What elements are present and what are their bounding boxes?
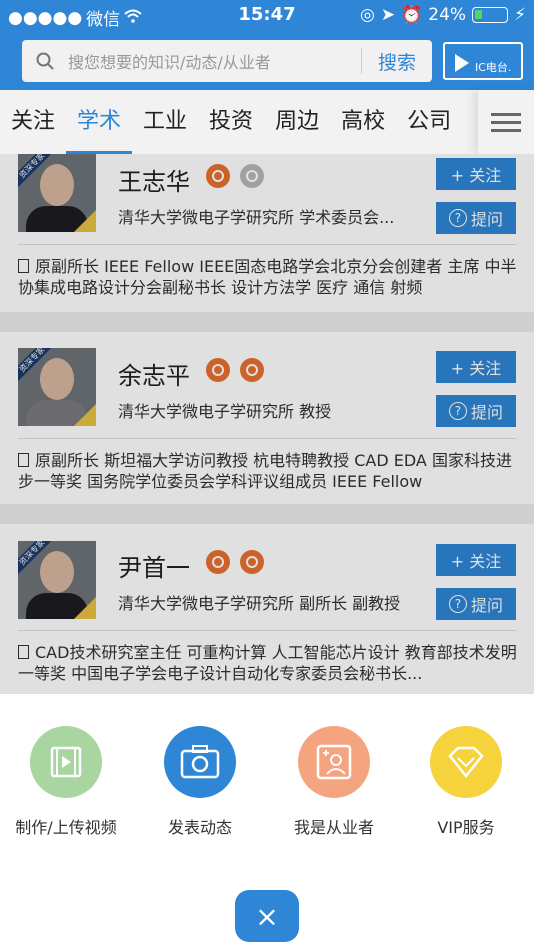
vip-label: VIP服务 bbox=[437, 818, 495, 837]
search-box[interactable]: 搜您想要的知识/动态/从业者 搜索 bbox=[22, 40, 432, 82]
status-bar: ●●●●● 微信 15:47 ◎ ➤ ⏰ 24% ⚡ bbox=[0, 0, 534, 32]
tab-item[interactable]: 关注 bbox=[0, 90, 66, 154]
post-update-label: 发表动态 bbox=[167, 818, 232, 837]
alarm-icon: ⏰ bbox=[401, 5, 423, 25]
tab-item[interactable]: 工业 bbox=[132, 90, 198, 154]
tab-menu-icon[interactable] bbox=[478, 90, 534, 154]
post-update-action[interactable]: 发表动态 bbox=[140, 726, 260, 838]
header: 搜您想要的知识/动态/从业者 搜索 IC电台. bbox=[0, 32, 534, 90]
vip-action[interactable]: VIP服务 bbox=[406, 726, 526, 838]
ic-radio-label: IC电台. bbox=[475, 61, 512, 74]
play-icon bbox=[455, 54, 469, 72]
battery-icon bbox=[472, 7, 509, 23]
tab-item[interactable]: 周边 bbox=[264, 90, 330, 154]
tab-item[interactable]: 高校 bbox=[330, 90, 396, 154]
camera-icon bbox=[164, 726, 236, 798]
search-icon bbox=[22, 52, 68, 70]
category-tabs: 关注 学术 工业 投资 周边 高校 公司 bbox=[0, 90, 534, 154]
diamond-icon bbox=[430, 726, 502, 798]
profile-add-icon bbox=[298, 726, 370, 798]
expert-list: 资深专家 王志华 清华大学微电子学研究所 学术委员会... + 关注 ? 提问 原… bbox=[0, 154, 534, 694]
close-button[interactable]: × bbox=[235, 890, 299, 942]
practitioner-label: 我是从业者 bbox=[293, 818, 374, 837]
practitioner-action[interactable]: 我是从业者 bbox=[274, 726, 394, 838]
action-panel: 制作/上传视频 发表动态 我是从业者 VIP服务 × bbox=[0, 694, 534, 950]
search-button[interactable]: 搜索 bbox=[362, 48, 432, 75]
upload-video-action[interactable]: 制作/上传视频 bbox=[6, 726, 126, 838]
status-right: ◎ ➤ ⏰ 24% ⚡ bbox=[360, 5, 526, 25]
location-icon: ➤ bbox=[380, 5, 396, 25]
video-icon bbox=[30, 726, 102, 798]
tab-item[interactable]: 投资 bbox=[198, 90, 264, 154]
search-input[interactable]: 搜您想要的知识/动态/从业者 bbox=[68, 49, 361, 73]
tab-item[interactable]: 公司 bbox=[396, 90, 462, 154]
charging-icon: ⚡ bbox=[514, 5, 526, 25]
upload-video-label: 制作/上传视频 bbox=[15, 818, 117, 837]
ic-radio-button[interactable]: IC电台. bbox=[443, 42, 523, 80]
lock-rotation-icon: ◎ bbox=[360, 5, 375, 25]
battery-percent: 24% bbox=[428, 5, 467, 25]
overlay-dim[interactable] bbox=[0, 154, 534, 694]
tab-item[interactable]: 学术 bbox=[66, 90, 133, 154]
